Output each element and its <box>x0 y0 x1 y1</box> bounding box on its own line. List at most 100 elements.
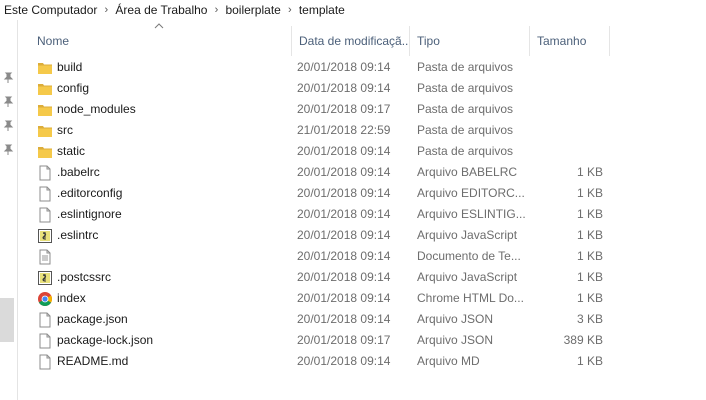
folder-icon <box>38 104 52 116</box>
file-size: 1 KB <box>576 291 603 305</box>
text-document-icon <box>39 249 51 264</box>
file-size: 1 KB <box>576 165 603 179</box>
folder-icon <box>38 146 52 158</box>
file-type: Chrome HTML Do... <box>417 291 524 305</box>
file-type: Arquivo MD <box>417 354 480 368</box>
file-date: 20/01/2018 09:14 <box>297 249 391 263</box>
file-name: .editorconfig <box>57 186 123 200</box>
table-row[interactable]: index 20/01/2018 09:14 Chrome HTML Do... 1 … <box>18 288 618 309</box>
file-type: Pasta de arquivos <box>417 144 514 158</box>
table-row[interactable]: package.json 20/01/2018 09:14 Arquivo JSON… <box>18 309 618 330</box>
pin-icon[interactable] <box>2 96 14 108</box>
file-date: 20/01/2018 09:14 <box>297 60 391 74</box>
table-row[interactable]: .eslintrc 20/01/2018 09:14 Arquivo JavaScr… <box>18 225 618 246</box>
file-name-cell[interactable]: .eslintrc <box>37 225 290 246</box>
column-header-type[interactable]: Tipo <box>410 26 530 56</box>
scrollbar-thumb[interactable] <box>0 298 14 342</box>
file-name-cell[interactable]: index <box>37 288 290 309</box>
folder-icon <box>38 125 52 137</box>
file-name: .postcssrc <box>57 270 112 284</box>
file-size <box>538 120 603 141</box>
file-name-cell[interactable]: .babelrc <box>37 162 290 183</box>
folder-icon <box>38 62 52 74</box>
table-row[interactable]: .postcssrc 20/01/2018 09:14 Arquivo JavaSc… <box>18 267 618 288</box>
column-header-size[interactable]: Tamanho <box>530 26 610 56</box>
table-row[interactable]: .editorconfig 20/01/2018 09:14 Arquivo EDI… <box>18 183 618 204</box>
file-icon <box>39 354 51 369</box>
file-name-cell[interactable]: .eslintignore <box>37 204 290 225</box>
file-name-cell[interactable]: node_modules <box>37 99 290 120</box>
file-name: static <box>57 144 86 158</box>
file-type: Pasta de arquivos <box>417 60 514 74</box>
file-type: Arquivo EDITORC... <box>417 186 525 200</box>
table-row[interactable]: 20/01/2018 09:14 Documento de Te... 1 KB <box>18 246 618 267</box>
file-date: 20/01/2018 09:14 <box>297 228 391 242</box>
file-type: Pasta de arquivos <box>417 81 514 95</box>
file-type: Arquivo BABELRC <box>417 165 518 179</box>
column-header-name[interactable]: Nome <box>30 26 292 56</box>
table-row[interactable]: README.md 20/01/2018 09:14 Arquivo MD 1 KB <box>18 351 618 372</box>
chrome-icon <box>38 291 53 306</box>
file-size <box>538 78 603 99</box>
file-name-cell[interactable]: .postcssrc <box>37 267 290 288</box>
file-size: 1 KB <box>576 354 603 368</box>
file-date: 20/01/2018 09:17 <box>297 102 391 116</box>
table-row[interactable]: build 20/01/2018 09:14 Pasta de arquivos <box>18 57 618 78</box>
breadcrumb-item-este-computador[interactable]: Este Computador <box>4 3 97 17</box>
file-name-cell[interactable] <box>37 246 290 267</box>
chevron-right-icon[interactable]: › <box>207 4 225 16</box>
table-row[interactable]: .eslintignore 20/01/2018 09:14 Arquivo ESL… <box>18 204 618 225</box>
file-name-cell[interactable]: build <box>37 57 290 78</box>
table-row[interactable]: src 21/01/2018 22:59 Pasta de arquivos <box>18 120 618 141</box>
pin-icon[interactable] <box>2 144 14 156</box>
table-row[interactable]: static 20/01/2018 09:14 Pasta de arquivos <box>18 141 618 162</box>
file-type: Arquivo JavaScript <box>417 228 518 242</box>
column-header-row: Nome Data de modificaçã... Tipo Tamanho <box>18 20 706 58</box>
file-name-cell[interactable]: README.md <box>37 351 290 372</box>
file-size: 1 KB <box>576 186 603 200</box>
file-name-cell[interactable]: static <box>37 141 290 162</box>
breadcrumb-item-area-de-trabalho[interactable]: Área de Trabalho <box>115 3 207 17</box>
table-row[interactable]: node_modules 20/01/2018 09:17 Pasta de arq… <box>18 99 618 120</box>
file-name: src <box>57 123 73 137</box>
breadcrumb-item-template[interactable]: template <box>299 3 345 17</box>
file-name: package-lock.json <box>57 333 154 347</box>
chevron-right-icon[interactable]: › <box>97 4 115 16</box>
table-row[interactable]: .babelrc 20/01/2018 09:14 Arquivo BABELRC 1… <box>18 162 618 183</box>
breadcrumb: Este Computador › Área de Trabalho › boi… <box>0 0 706 20</box>
file-name: package.json <box>57 312 128 326</box>
file-name-cell[interactable]: config <box>37 78 290 99</box>
file-icon <box>39 333 51 348</box>
file-name-cell[interactable]: src <box>37 120 290 141</box>
file-size: 1 KB <box>576 228 603 242</box>
file-size: 389 KB <box>563 333 603 347</box>
file-date: 20/01/2018 09:14 <box>297 291 391 305</box>
file-date: 20/01/2018 09:14 <box>297 270 391 284</box>
folder-icon <box>38 83 52 95</box>
file-size: 1 KB <box>576 249 603 263</box>
file-name: .eslintignore <box>57 207 122 221</box>
file-name-cell[interactable]: package.json <box>37 309 290 330</box>
file-name: config <box>57 81 90 95</box>
file-name-cell[interactable]: package-lock.json <box>37 330 290 351</box>
file-icon <box>39 312 51 327</box>
chevron-right-icon[interactable]: › <box>281 4 299 16</box>
file-type: Documento de Te... <box>417 249 521 263</box>
javascript-file-icon <box>38 270 52 285</box>
file-date: 20/01/2018 09:14 <box>297 165 391 179</box>
javascript-file-icon <box>38 228 52 243</box>
pin-icon[interactable] <box>2 72 14 84</box>
file-name-cell[interactable]: .editorconfig <box>37 183 290 204</box>
breadcrumb-item-boilerplate[interactable]: boilerplate <box>225 3 280 17</box>
table-row[interactable]: package-lock.json 20/01/2018 09:17 Arquivo… <box>18 330 618 351</box>
file-date: 20/01/2018 09:14 <box>297 207 391 221</box>
file-type: Arquivo JSON <box>417 312 494 326</box>
file-name: node_modules <box>57 102 136 116</box>
file-size <box>538 57 603 78</box>
column-header-date[interactable]: Data de modificaçã... <box>292 26 410 56</box>
file-name: build <box>57 60 83 74</box>
file-date: 20/01/2018 09:14 <box>297 81 391 95</box>
file-icon <box>39 186 51 201</box>
table-row[interactable]: config 20/01/2018 09:14 Pasta de arquivos <box>18 78 618 99</box>
pin-icon[interactable] <box>2 120 14 132</box>
